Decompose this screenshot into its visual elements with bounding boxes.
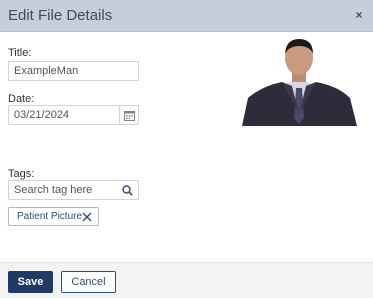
close-icon[interactable]: × xyxy=(353,8,365,22)
cancel-button[interactable]: Cancel xyxy=(61,271,116,293)
title-value: ExampleMan xyxy=(14,65,79,77)
person-photo xyxy=(242,36,357,126)
tag-chip: Patient Picture xyxy=(8,207,99,226)
dialog-footer: Save Cancel xyxy=(0,262,373,298)
close-icon[interactable] xyxy=(82,212,92,222)
save-button[interactable]: Save xyxy=(8,271,53,293)
tags-label: Tags: xyxy=(8,168,35,180)
date-field[interactable]: 03/21/2024 xyxy=(8,105,139,125)
title-label: Title: xyxy=(8,47,32,59)
calendar-icon[interactable] xyxy=(119,106,138,124)
tag-search-placeholder: Search tag here xyxy=(14,184,93,196)
tag-chip-label: Patient Picture xyxy=(17,211,83,222)
dialog-title: Edit File Details xyxy=(8,7,113,24)
dialog-header: Edit File Details × xyxy=(0,0,373,32)
title-field[interactable]: ExampleMan xyxy=(8,61,139,81)
date-value: 03/21/2024 xyxy=(14,109,70,121)
tag-search-input[interactable]: Search tag here xyxy=(8,180,139,200)
search-icon[interactable] xyxy=(120,183,134,197)
date-label: Date: xyxy=(8,93,35,105)
